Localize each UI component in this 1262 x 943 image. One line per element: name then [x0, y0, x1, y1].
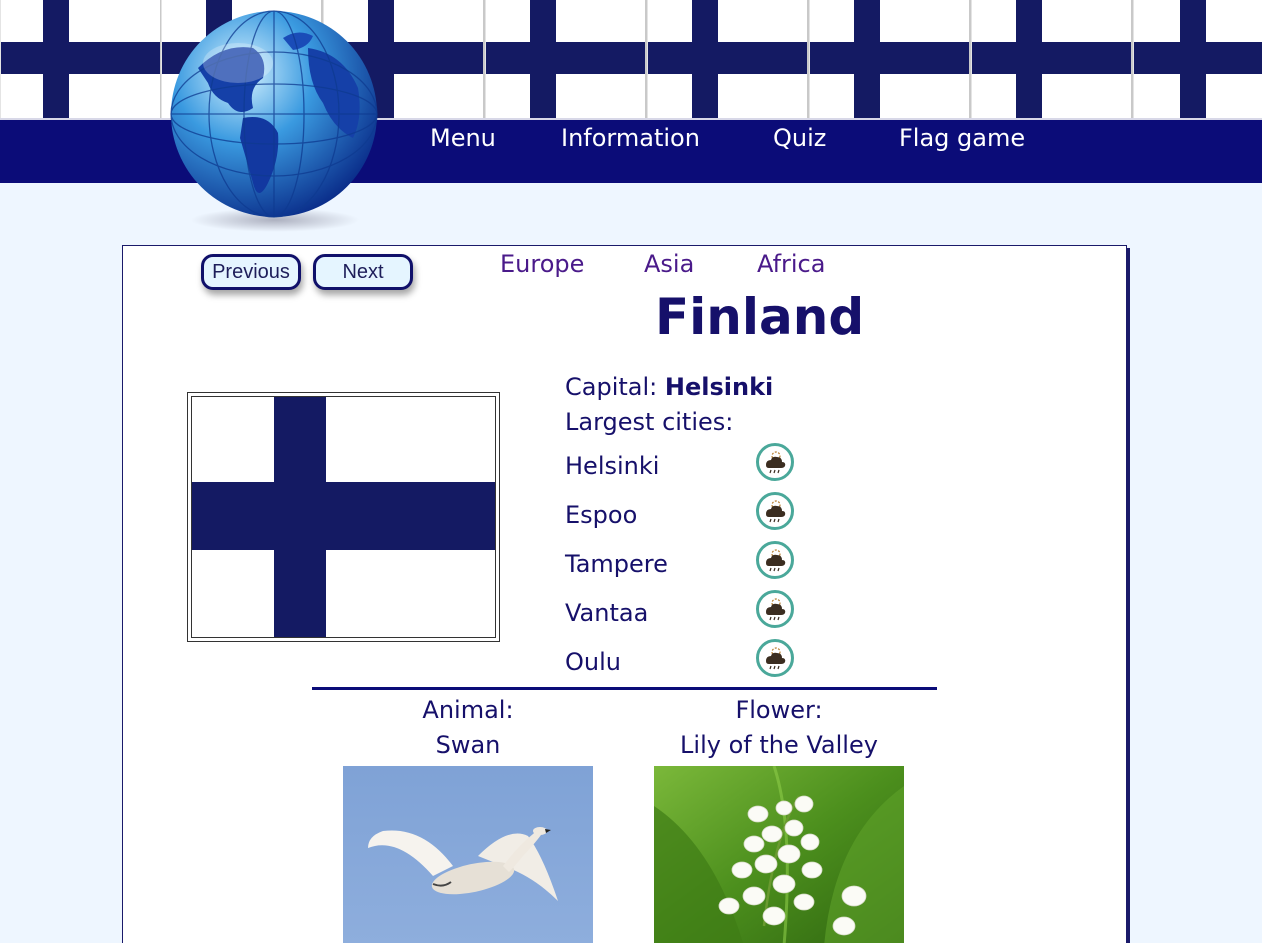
largest-cities-label: Largest cities:	[565, 408, 734, 436]
weather-cloud-rain-icon	[766, 549, 786, 572]
animal-photo	[343, 766, 593, 943]
weather-cloud-rain-icon	[766, 500, 786, 523]
continent-link-europe[interactable]: Europe	[500, 250, 584, 278]
nav-quiz-link[interactable]: Quiz	[773, 124, 826, 152]
weather-cloud-rain-icon	[766, 647, 786, 670]
flag-tile	[485, 0, 647, 118]
animal-label: Animal:	[422, 696, 514, 724]
city-name: Tampere	[565, 550, 668, 578]
city-name: Vantaa	[565, 599, 649, 627]
weather-button-tampere[interactable]	[756, 541, 794, 579]
nav-menu-link[interactable]: Menu	[430, 124, 496, 152]
globe-logo	[168, 8, 380, 233]
country-card: Previous Next Europe Asia Africa Finland…	[122, 245, 1127, 943]
capital-label: Capital:	[565, 373, 658, 401]
weather-button-helsinki[interactable]	[756, 443, 794, 481]
weather-button-vantaa[interactable]	[756, 590, 794, 628]
animal-name: Swan	[435, 731, 501, 759]
flag-tile	[1133, 0, 1262, 118]
nav-flag-game-link[interactable]: Flag game	[899, 124, 1025, 152]
continent-link-africa[interactable]: Africa	[757, 250, 825, 278]
weather-cloud-rain-icon	[766, 598, 786, 621]
flag-tile	[647, 0, 809, 118]
flower-photo	[654, 766, 904, 943]
flower-label: Flower:	[735, 696, 823, 724]
city-name: Oulu	[565, 648, 621, 676]
country-title: Finland	[655, 288, 865, 346]
section-divider	[312, 687, 937, 690]
flag-tile	[0, 0, 162, 118]
flower-name: Lily of the Valley	[680, 731, 878, 759]
city-name: Espoo	[565, 501, 638, 529]
weather-button-espoo[interactable]	[756, 492, 794, 530]
capital-line: Capital: Helsinki	[565, 373, 773, 401]
weather-button-oulu[interactable]	[756, 639, 794, 677]
flag-tile	[971, 0, 1133, 118]
flag-tile	[809, 0, 971, 118]
previous-button[interactable]: Previous	[201, 254, 301, 290]
capital-value: Helsinki	[664, 373, 774, 401]
weather-cloud-rain-icon	[766, 451, 786, 474]
country-flag	[187, 392, 500, 642]
city-name: Helsinki	[565, 452, 660, 480]
next-button[interactable]: Next	[313, 254, 413, 290]
nav-information-link[interactable]: Information	[561, 124, 700, 152]
globe-icon	[170, 10, 378, 218]
continent-link-asia[interactable]: Asia	[644, 250, 694, 278]
